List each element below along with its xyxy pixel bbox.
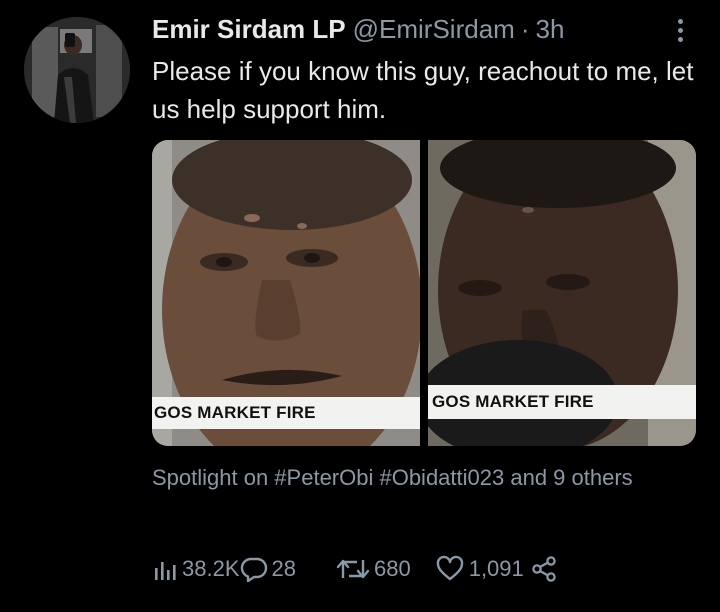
like-icon [436, 555, 463, 581]
photo-1-caption: GOS MARKET FIRE [152, 397, 420, 429]
separator-dot: · [520, 14, 530, 44]
share-action[interactable] [530, 555, 558, 583]
reply-icon [240, 557, 267, 583]
share-icon [532, 556, 556, 582]
avatar[interactable] [24, 17, 130, 123]
retweet-action[interactable]: 680 [336, 556, 411, 582]
author-display-name[interactable]: Emir Sirdam LP [152, 14, 346, 45]
media-photo-1[interactable]: GOS MARKET FIRE [152, 140, 420, 446]
like-count: 1,091 [468, 556, 524, 581]
tweet-timestamp[interactable]: 3h [535, 14, 564, 45]
retweet-count: 680 [373, 556, 411, 581]
tweet-header: Emir Sirdam LP @EmirSirdam · 3h [152, 14, 564, 44]
retweet-icon [336, 559, 370, 579]
spotlight-text[interactable]: Spotlight on #PeterObi #Obidatti023 and … [152, 462, 672, 493]
like-action[interactable]: 1,091 [435, 555, 524, 583]
media-photo-2[interactable]: GOS MARKET FIRE [428, 140, 696, 446]
views-action[interactable]: 38.2K [152, 556, 240, 582]
photo-2-caption: GOS MARKET FIRE [428, 385, 696, 419]
action-bar: 38.2K 28 680 1,091 [152, 552, 558, 586]
reply-count: 28 [271, 556, 296, 581]
views-icon [155, 562, 176, 580]
author-handle[interactable]: @EmirSirdam [353, 14, 515, 45]
avatar-image [24, 17, 130, 123]
more-icon[interactable] [671, 16, 689, 44]
tweet-text: Please if you know this guy, reachout to… [152, 56, 694, 124]
media-grid: GOS MARKET FIRE GOS MARKET FIRE [152, 140, 696, 446]
views-count: 38.2K [182, 556, 240, 581]
reply-action[interactable]: 28 [240, 555, 296, 583]
